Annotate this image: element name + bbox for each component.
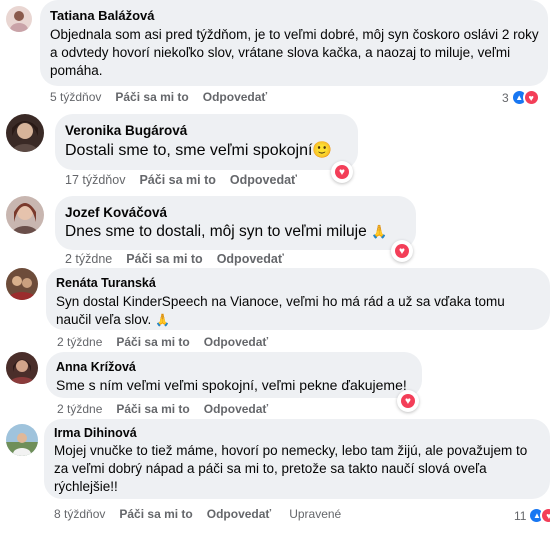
comment-text: Dostali sme to, sme veľmi spokojní🙂 <box>65 140 358 161</box>
comment-bubble: Anna Krížová Sme s ním veľmi veľmi spoko… <box>46 352 422 398</box>
comment-timestamp[interactable]: 8 týždňov <box>54 507 105 521</box>
heart-icon: ♥ <box>401 394 415 408</box>
reply-button[interactable]: Odpovedať <box>203 90 267 104</box>
comment-actions: 8 týždňov Páči sa mi to Odpovedať Uprave… <box>54 507 341 521</box>
reply-button[interactable]: Odpovedať <box>217 252 284 266</box>
comment-author[interactable]: Tatiana Balážová <box>50 8 536 23</box>
like-button[interactable]: Páči sa mi to <box>116 402 189 416</box>
comment-author[interactable]: Irma Dihinová <box>54 426 550 440</box>
comment-actions: 17 týždňov Páči sa mi to Odpovedať <box>65 173 297 187</box>
comment-author[interactable]: Veronika Bugárová <box>65 123 358 138</box>
edited-label[interactable]: Upravené <box>289 507 341 521</box>
comment-author[interactable]: Renáta Turanská <box>56 276 550 290</box>
comment-actions: 2 týždne Páči sa mi to Odpovedať <box>65 252 284 266</box>
comment-bubble: Irma Dihinová Mojej vnučke to tiež máme,… <box>44 419 550 499</box>
avatar[interactable] <box>6 268 38 300</box>
comment-text: Mojej vnučke to tiež máme, hovorí po nem… <box>54 443 528 494</box>
reaction-count: 3 <box>502 90 509 105</box>
heart-icon: ♥ <box>335 165 349 179</box>
folded-hands-emoji-icon: 🙏 <box>155 312 170 327</box>
reaction-count: 11 <box>514 508 527 523</box>
like-button[interactable]: Páči sa mi to <box>126 252 202 266</box>
reaction-summary[interactable]: ♥ <box>331 161 353 183</box>
comment-timestamp[interactable]: 17 týždňov <box>65 173 125 187</box>
reply-button[interactable]: Odpovedať <box>204 335 268 349</box>
comment-timestamp[interactable]: 2 týždne <box>57 402 102 416</box>
reaction-summary[interactable]: 11 ▲ ♥ <box>514 507 550 524</box>
comment-text: Syn dostal KinderSpeech na Vianoce, veľm… <box>56 293 540 329</box>
comment-actions: 2 týždne Páči sa mi to Odpovedať <box>57 335 268 349</box>
comment-text: Dnes sme to dostali, môj syn to veľmi mi… <box>65 222 416 242</box>
avatar[interactable] <box>6 196 44 234</box>
comment-bubble: Jozef Kováčová Dnes sme to dostali, môj … <box>55 196 416 250</box>
avatar[interactable] <box>6 6 32 32</box>
comment-text-body: Syn dostal KinderSpeech na Vianoce, veľm… <box>56 294 505 327</box>
comment-text: Sme s ním veľmi veľmi spokojní, veľmi pe… <box>56 377 407 393</box>
reply-button[interactable]: Odpovedať <box>230 173 297 187</box>
reply-button[interactable]: Odpovedať <box>207 507 271 521</box>
reaction-summary[interactable]: ♥ <box>397 390 419 412</box>
heart-icon: ♥ <box>540 507 550 524</box>
comment-bubble: Veronika Bugárová Dostali sme to, sme ve… <box>55 114 358 170</box>
heart-icon: ♥ <box>522 89 540 106</box>
like-button[interactable]: Páči sa mi to <box>119 507 192 521</box>
comment-text-body: Dostali sme to, sme veľmi spokojní <box>65 142 313 159</box>
comment-timestamp[interactable]: 2 týždne <box>57 335 102 349</box>
comment-bubble: Renáta Turanská Syn dostal KinderSpeech … <box>46 268 550 330</box>
comment-bubble: Tatiana Balážová Objednala som asi pred … <box>40 0 548 86</box>
comment-text-body: Dnes sme to dostali, môj syn to veľmi mi… <box>65 223 367 240</box>
comment-author[interactable]: Anna Krížová <box>56 360 422 374</box>
comment-author[interactable]: Jozef Kováčová <box>65 205 416 220</box>
reply-button[interactable]: Odpovedať <box>204 402 268 416</box>
avatar[interactable] <box>6 352 38 384</box>
folded-hands-emoji-icon: 🙏 <box>371 224 388 239</box>
heart-icon: ♥ <box>395 244 409 258</box>
comment-timestamp[interactable]: 5 týždňov <box>50 90 101 104</box>
smile-emoji-icon: 🙂 <box>312 142 333 159</box>
reaction-summary[interactable]: ♥ <box>391 240 413 262</box>
comment-timestamp[interactable]: 2 týždne <box>65 252 112 266</box>
like-button[interactable]: Páči sa mi to <box>115 90 188 104</box>
reaction-summary[interactable]: 3 ▲ ♥ <box>502 89 540 106</box>
comment-text: Objednala som asi pred týždňom, je to ve… <box>50 27 539 78</box>
like-button[interactable]: Páči sa mi to <box>139 173 215 187</box>
avatar[interactable] <box>6 114 44 152</box>
comment-actions: 5 týždňov Páči sa mi to Odpovedať <box>50 90 267 104</box>
comment-actions: 2 týždne Páči sa mi to Odpovedať <box>57 402 268 416</box>
like-button[interactable]: Páči sa mi to <box>116 335 189 349</box>
avatar[interactable] <box>6 424 38 456</box>
